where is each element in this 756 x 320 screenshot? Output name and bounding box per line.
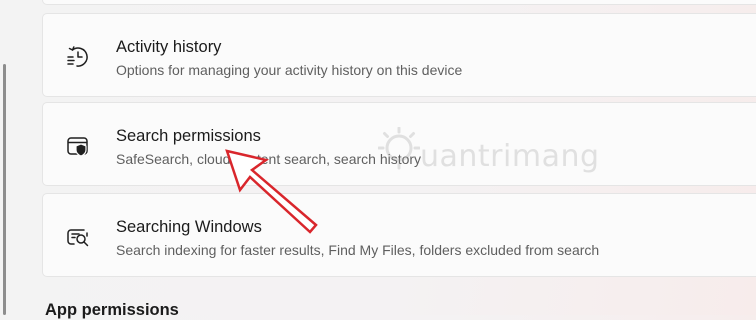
searching-windows-card[interactable]: Searching Windows Search indexing for fa… bbox=[42, 193, 756, 277]
activity-history-title: Activity history bbox=[116, 38, 222, 56]
searching-windows-title: Searching Windows bbox=[116, 218, 262, 236]
activity-history-description: Options for managing your activity histo… bbox=[116, 62, 463, 78]
activity-history-icon bbox=[65, 44, 91, 70]
search-permissions-card[interactable]: Search permissions SafeSearch, cloud con… bbox=[42, 102, 756, 186]
searching-windows-icon bbox=[65, 224, 91, 250]
search-permissions-description: SafeSearch, cloud content search, search… bbox=[116, 151, 422, 167]
search-permissions-title: Search permissions bbox=[116, 127, 261, 145]
settings-card-previous[interactable] bbox=[42, 0, 756, 5]
scrollbar[interactable] bbox=[3, 64, 6, 315]
activity-history-card[interactable]: Activity history Options for managing yo… bbox=[42, 13, 756, 97]
search-permissions-shield-icon bbox=[65, 133, 91, 159]
searching-windows-description: Search indexing for faster results, Find… bbox=[116, 242, 600, 258]
app-permissions-heading: App permissions bbox=[45, 301, 179, 319]
